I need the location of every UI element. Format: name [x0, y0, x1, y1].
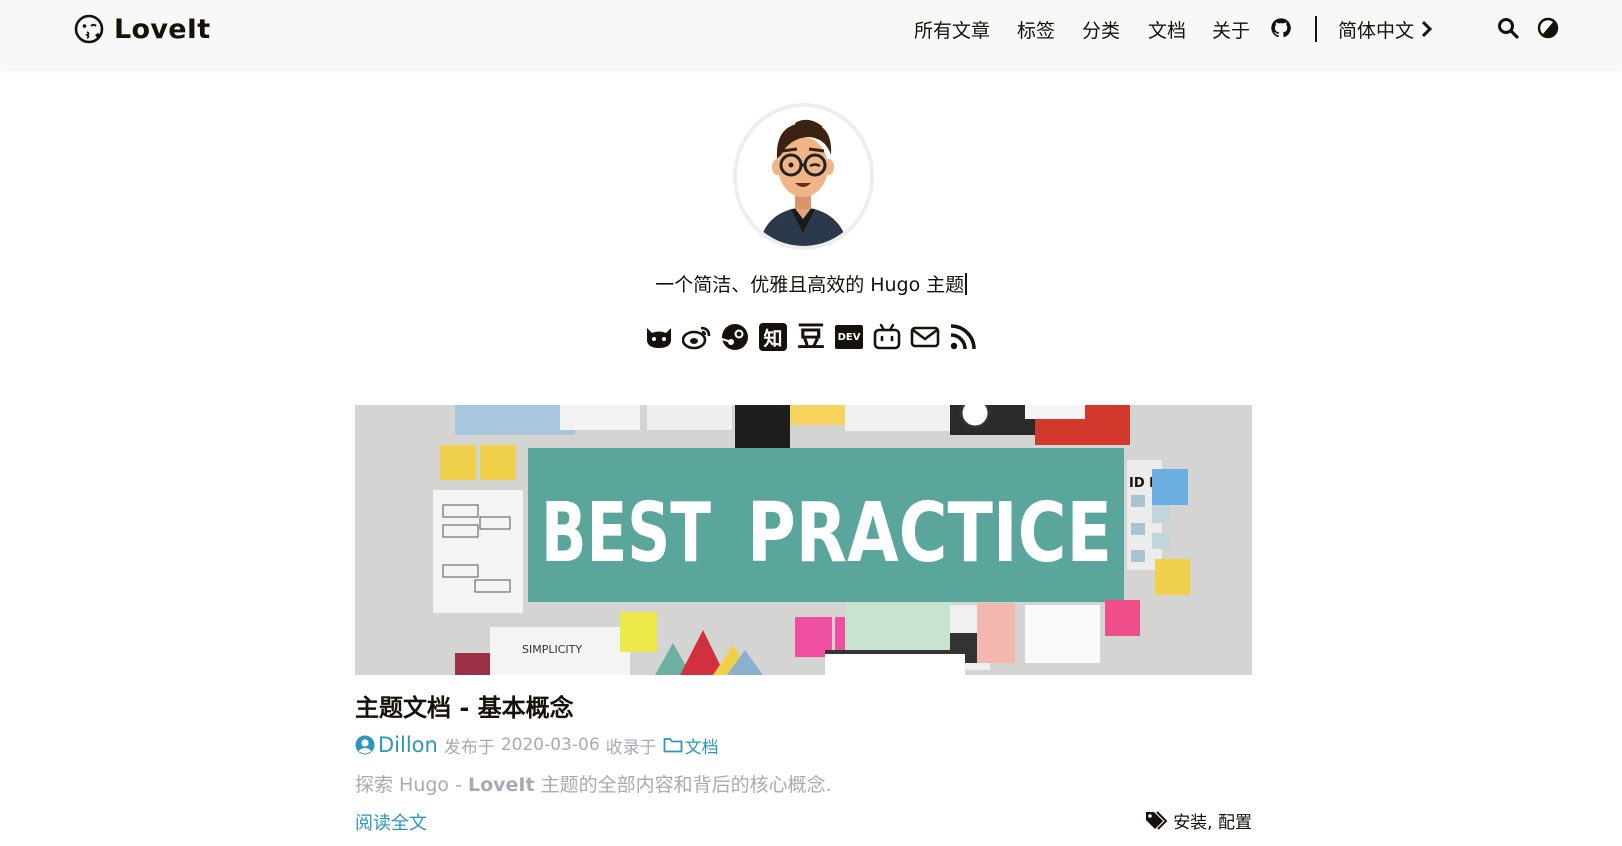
user-circle-icon [355, 735, 375, 755]
zhihu-icon[interactable]: 知 [758, 322, 788, 352]
post-tags: 安装, 配置 [1145, 808, 1252, 833]
author-name: Dillon [378, 733, 438, 757]
site-subtitle: 一个简洁、优雅且高效的 Hugo 主题 [0, 270, 1622, 297]
dev-icon[interactable]: DEV [834, 322, 864, 352]
summary-bold: LoveIt [468, 774, 535, 796]
steam-icon[interactable] [720, 322, 750, 352]
weibo-icon[interactable] [682, 322, 712, 352]
nav-docs[interactable]: 文档 [1148, 16, 1186, 43]
github-icon[interactable] [1270, 17, 1292, 39]
site-logo[interactable]: LoveIt [74, 12, 210, 46]
tags-list[interactable]: 安装, 配置 [1173, 808, 1252, 833]
summary-suffix: 主题的全部内容和背后的核心概念. [534, 774, 832, 796]
typing-cursor [965, 273, 967, 295]
post-summary: 探索 Hugo - LoveIt 主题的全部内容和背后的核心概念. [355, 770, 832, 797]
douban-icon[interactable]: 豆 [796, 322, 826, 352]
banner-text-practice: PRACTICE [747, 486, 1112, 581]
douban-glyph: 豆 [796, 320, 825, 353]
tags-icon [1146, 810, 1168, 830]
search-icon[interactable] [1497, 17, 1519, 39]
nav-categories[interactable]: 分类 [1082, 16, 1120, 43]
avatar[interactable] [737, 107, 870, 246]
post-category[interactable]: 文档 [663, 733, 719, 758]
featured-image[interactable]: BEST PRACTICE ID EA SIMPLICITY [355, 405, 1252, 675]
category-label: 文档 [684, 737, 719, 758]
folder-icon [663, 738, 683, 753]
theme-switch-icon[interactable] [1537, 17, 1559, 39]
post-title[interactable]: 主题文档 - 基本概念 [355, 688, 574, 723]
dev-glyph: DEV [835, 325, 863, 349]
subtitle-text: 一个简洁、优雅且高效的 Hugo 主题 [655, 274, 965, 296]
rss-icon[interactable] [948, 322, 978, 352]
bilibili-icon[interactable] [872, 322, 902, 352]
image-small-text: SIMPLICITY [522, 643, 582, 656]
category-prefix: 收录于 [605, 737, 657, 758]
github-icon[interactable] [644, 322, 674, 352]
social-links: 知 豆 DEV [0, 322, 1622, 352]
post-author[interactable]: Dillon [355, 733, 438, 757]
kiss-wink-icon [74, 14, 104, 44]
nav-divider [1315, 16, 1317, 42]
email-icon[interactable] [910, 322, 940, 352]
zhihu-glyph: 知 [759, 323, 787, 351]
site-header: LoveIt 所有文章 标签 分类 文档 关于 简体中文 [0, 0, 1622, 68]
post-meta: Dillon 发布于 2020-03-06 收录于 文档 [355, 732, 719, 758]
nav-tags[interactable]: 标签 [1017, 16, 1055, 43]
banner-text-best: BEST [541, 486, 711, 581]
site-logo-text: LoveIt [114, 13, 211, 45]
language-label: 简体中文 [1338, 19, 1415, 42]
language-switch[interactable]: 简体中文 [1338, 16, 1435, 43]
featured-image-graphic: BEST PRACTICE ID EA SIMPLICITY [355, 405, 1252, 675]
nav-about[interactable]: 关于 [1212, 16, 1250, 43]
avatar-illustration [737, 107, 870, 246]
chevron-right-icon [1421, 20, 1433, 38]
summary-prefix: 探索 Hugo - [355, 774, 468, 796]
nav-all-posts[interactable]: 所有文章 [914, 16, 990, 43]
published-prefix: 发布于 [443, 737, 495, 758]
read-more-link[interactable]: 阅读全文 [355, 809, 427, 835]
post-date: 2020-03-06 [500, 735, 600, 755]
